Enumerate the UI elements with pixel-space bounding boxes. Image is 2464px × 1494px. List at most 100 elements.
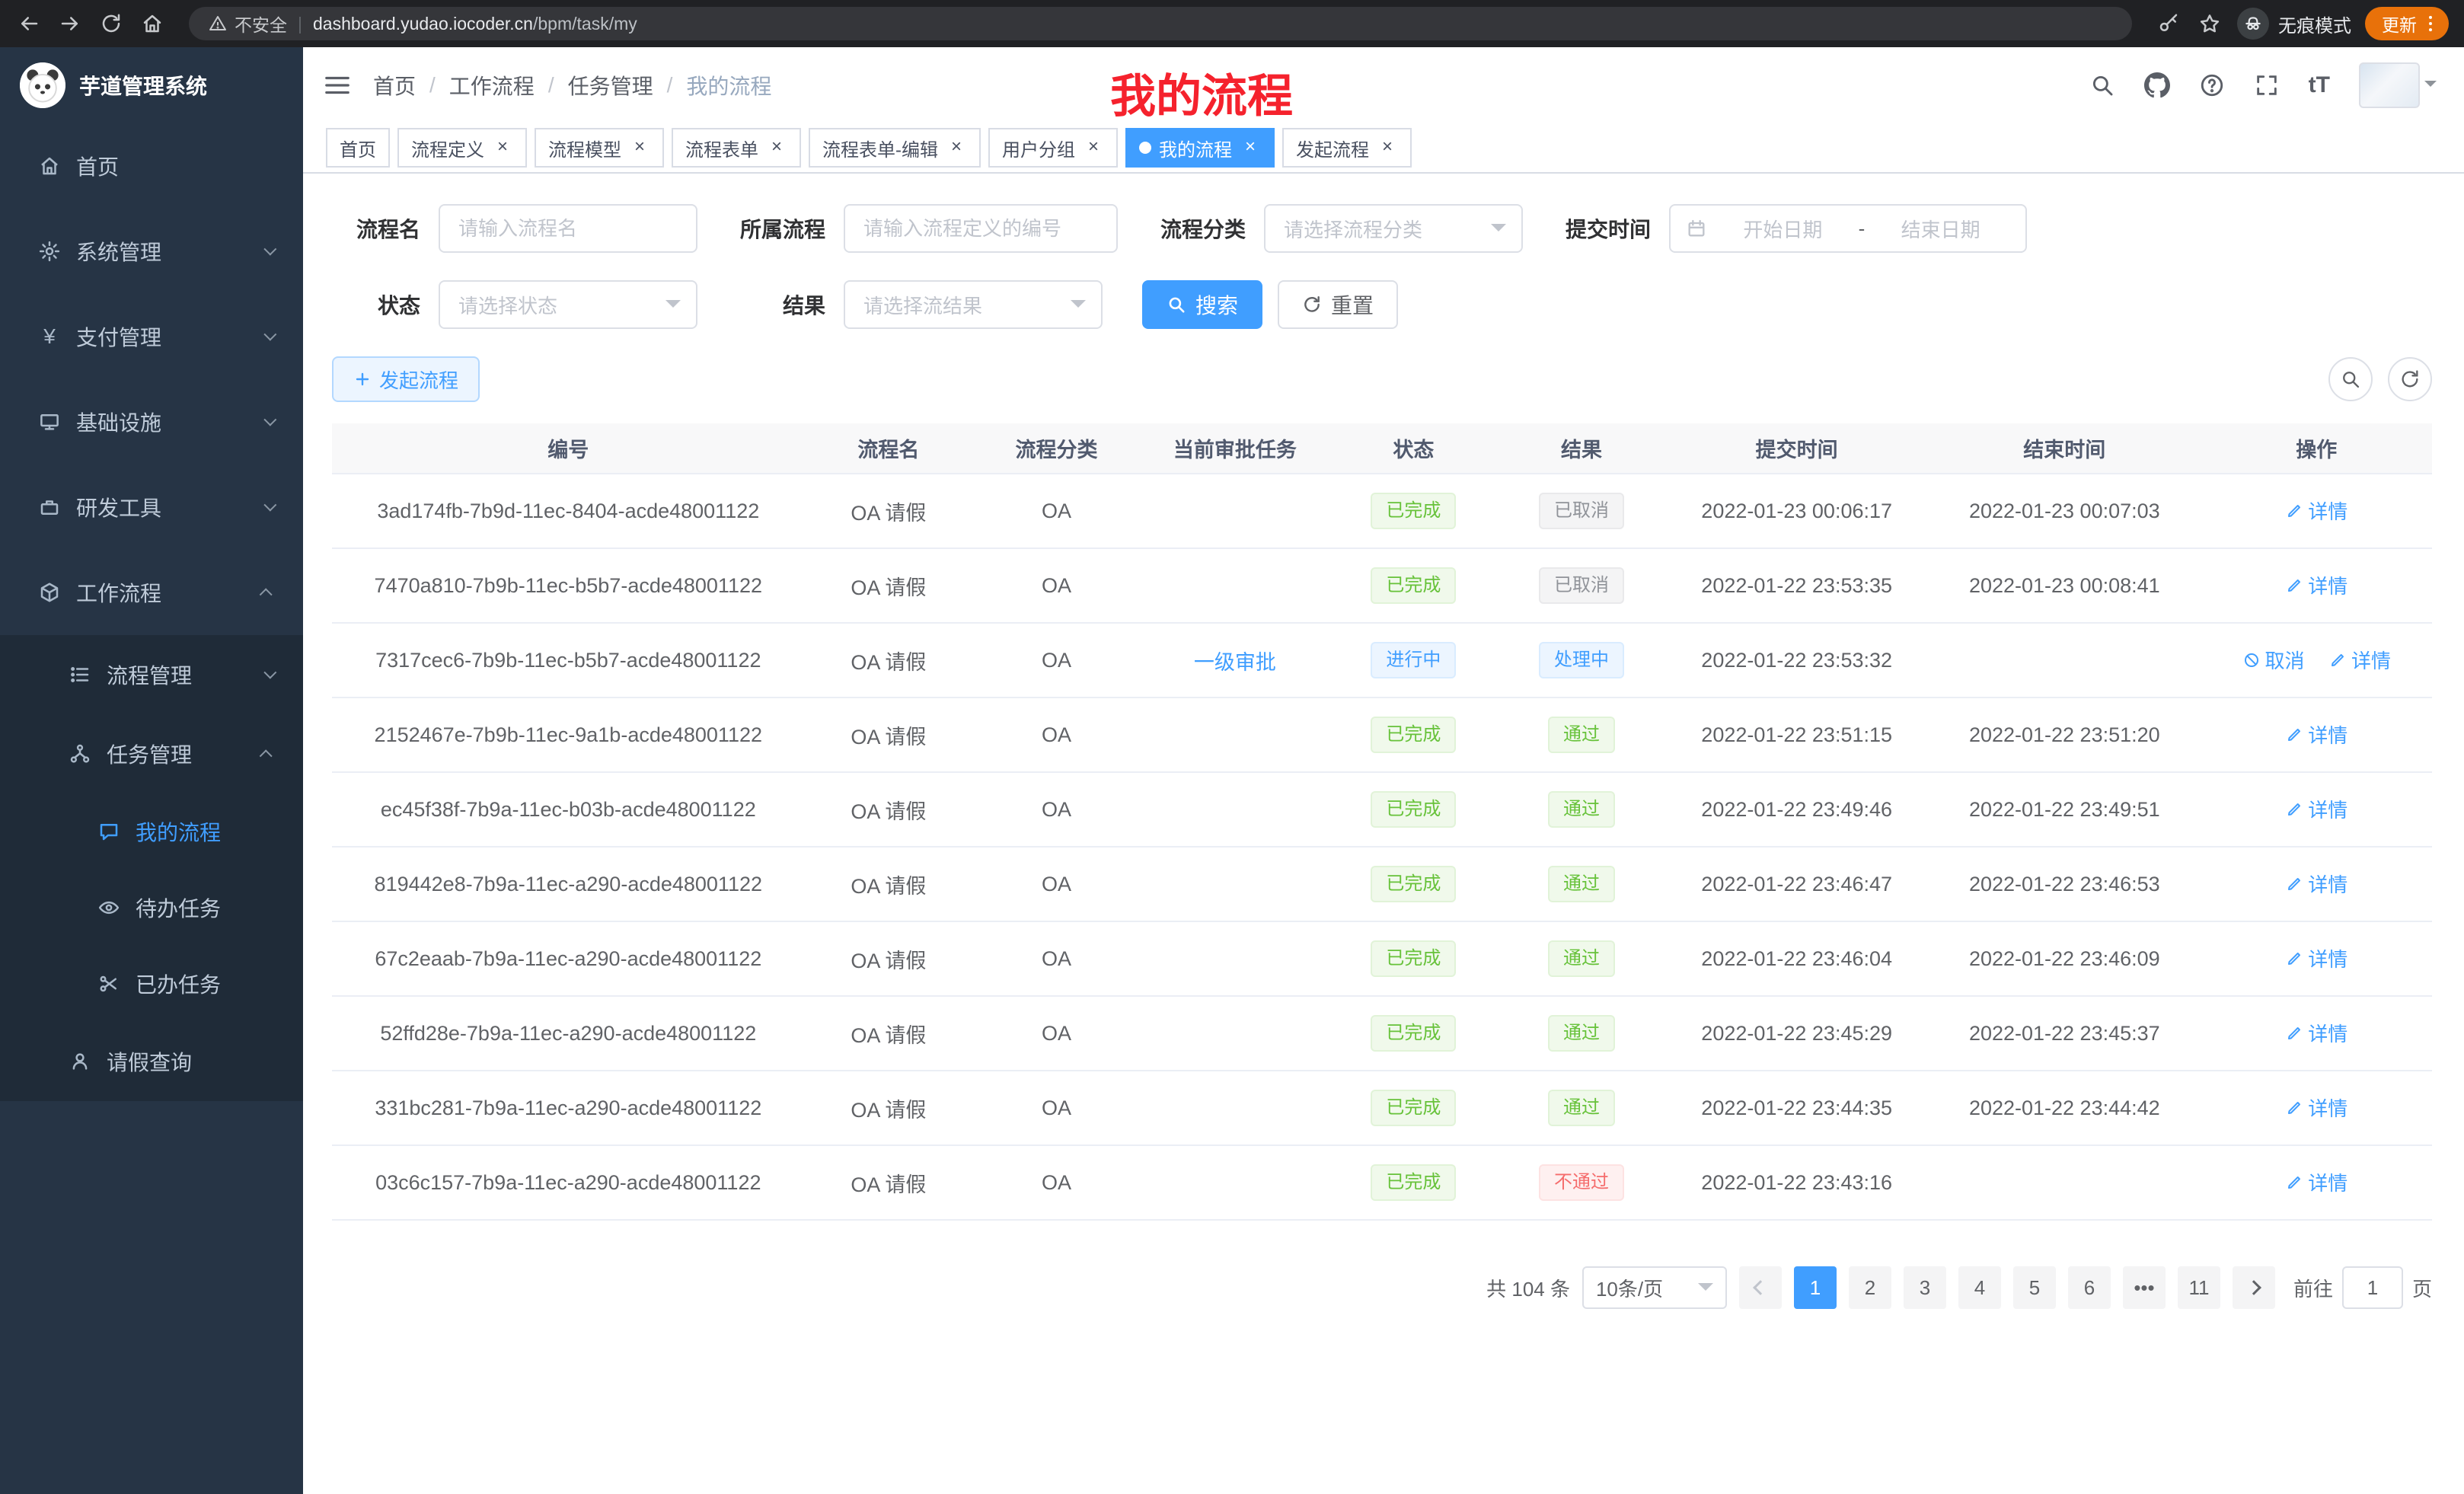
view-tab[interactable]: 流程定义 × bbox=[397, 128, 527, 168]
close-icon[interactable]: × bbox=[629, 137, 650, 158]
refresh-table-button[interactable] bbox=[2388, 357, 2432, 401]
page-button[interactable]: ••• bbox=[2123, 1266, 2166, 1309]
result-select[interactable]: 请选择流结果 bbox=[844, 280, 1103, 329]
page-button[interactable]: 2 bbox=[1849, 1266, 1891, 1309]
close-icon[interactable]: × bbox=[492, 137, 513, 158]
reset-button[interactable]: 重置 bbox=[1278, 280, 1398, 329]
bookmark-star-icon[interactable] bbox=[2196, 10, 2223, 37]
process-definition-input[interactable] bbox=[844, 204, 1118, 253]
warning-triangle-icon bbox=[209, 14, 227, 33]
result-badge: 通过 bbox=[1548, 866, 1615, 902]
detail-action-link[interactable]: 详情 bbox=[2328, 646, 2391, 674]
forward-icon[interactable] bbox=[56, 10, 84, 37]
close-icon[interactable]: × bbox=[1240, 137, 1261, 158]
back-icon[interactable] bbox=[15, 10, 43, 37]
help-icon[interactable] bbox=[2199, 72, 2225, 98]
detail-action-link[interactable]: 详情 bbox=[2285, 1093, 2348, 1122]
view-tab[interactable]: 首页 × bbox=[326, 128, 390, 168]
cancel-action-link[interactable]: 取消 bbox=[2242, 646, 2305, 674]
view-tab[interactable]: 流程模型 × bbox=[535, 128, 664, 168]
cell-process-name: OA 请假 bbox=[805, 847, 973, 921]
sidebar: 芋道管理系统 首页 系统管理 ¥ 支付管理 基础设施 研发工具 工作 bbox=[0, 47, 303, 1494]
sidebar-item-process-management[interactable]: 流程管理 bbox=[0, 635, 303, 714]
page-button[interactable]: 6 bbox=[2068, 1266, 2111, 1309]
goto-page-input[interactable] bbox=[2342, 1266, 2403, 1309]
sidebar-item-my-process[interactable]: 我的流程 bbox=[0, 793, 303, 870]
address-bar[interactable]: 不安全 | dashboard.yudao.iocoder.cn/bpm/tas… bbox=[189, 7, 2132, 40]
breadcrumb-item[interactable]: 工作流程 bbox=[449, 70, 568, 101]
next-page-button[interactable] bbox=[2233, 1266, 2275, 1309]
page-size-select[interactable]: 10条/页 bbox=[1582, 1266, 1727, 1309]
cube-icon bbox=[38, 581, 61, 604]
page-button[interactable]: 5 bbox=[2013, 1266, 2056, 1309]
github-icon[interactable] bbox=[2144, 72, 2170, 98]
reload-icon[interactable] bbox=[97, 10, 125, 37]
status-select[interactable]: 请选择状态 bbox=[439, 280, 697, 329]
breadcrumb-item[interactable]: 首页 bbox=[373, 70, 449, 101]
result-badge: 通过 bbox=[1548, 791, 1615, 828]
cell-current-task bbox=[1141, 474, 1329, 548]
detail-action-link[interactable]: 详情 bbox=[2285, 795, 2348, 823]
sidebar-item-system[interactable]: 系统管理 bbox=[0, 209, 303, 294]
sidebar-item-infrastructure[interactable]: 基础设施 bbox=[0, 379, 303, 464]
close-icon[interactable]: × bbox=[946, 137, 967, 158]
font-size-icon[interactable]: tT bbox=[2309, 72, 2330, 98]
password-key-icon[interactable] bbox=[2155, 10, 2182, 37]
sidebar-toggle-icon[interactable] bbox=[323, 71, 352, 100]
detail-action-link[interactable]: 详情 bbox=[2285, 720, 2348, 749]
view-tab[interactable]: 用户分组 × bbox=[988, 128, 1118, 168]
cell-status: 已完成 bbox=[1329, 996, 1498, 1071]
home-icon[interactable] bbox=[139, 10, 166, 37]
page-button[interactable]: 4 bbox=[1958, 1266, 2001, 1309]
detail-action-link[interactable]: 详情 bbox=[2285, 1168, 2348, 1196]
search-button[interactable]: 搜索 bbox=[1142, 280, 1262, 329]
show-search-toggle-button[interactable] bbox=[2328, 357, 2373, 401]
view-tab[interactable]: 流程表单 × bbox=[672, 128, 801, 168]
create-process-button[interactable]: 发起流程 bbox=[332, 356, 480, 402]
browser-update-button[interactable]: 更新 bbox=[2365, 7, 2449, 40]
sidebar-item-todo-tasks[interactable]: 待办任务 bbox=[0, 870, 303, 946]
cell-current-task bbox=[1141, 698, 1329, 772]
page-button[interactable]: 3 bbox=[1904, 1266, 1946, 1309]
detail-action-link[interactable]: 详情 bbox=[2285, 1019, 2348, 1047]
app-logo[interactable]: 芋道管理系统 bbox=[0, 47, 303, 123]
sidebar-item-leave-query[interactable]: 请假查询 bbox=[0, 1022, 303, 1101]
sidebar-item-done-tasks[interactable]: 已办任务 bbox=[0, 946, 303, 1022]
sidebar-item-devtools[interactable]: 研发工具 bbox=[0, 464, 303, 550]
date-range-picker[interactable]: 开始日期 - 结束日期 bbox=[1669, 204, 2027, 253]
breadcrumb-item[interactable]: 任务管理 bbox=[568, 70, 687, 101]
not-secure-warning[interactable]: 不安全 bbox=[209, 11, 287, 37]
view-tab[interactable]: 发起流程 × bbox=[1282, 128, 1412, 168]
close-icon[interactable]: × bbox=[1083, 137, 1104, 158]
result-badge: 通过 bbox=[1548, 940, 1615, 977]
chevron-down-icon bbox=[263, 243, 276, 256]
sidebar-item-workflow[interactable]: 工作流程 bbox=[0, 550, 303, 635]
detail-action-link[interactable]: 详情 bbox=[2285, 571, 2348, 599]
process-name-input[interactable] bbox=[439, 204, 697, 253]
table-row: 7470a810-7b9b-11ec-b5b7-acde48001122 OA … bbox=[332, 548, 2432, 623]
user-menu[interactable] bbox=[2359, 62, 2437, 108]
chevron-down-icon bbox=[1698, 1283, 1713, 1298]
cell-process-name: OA 请假 bbox=[805, 921, 973, 996]
sidebar-item-payment[interactable]: ¥ 支付管理 bbox=[0, 294, 303, 379]
goto-unit: 页 bbox=[2412, 1274, 2432, 1302]
detail-action-link[interactable]: 详情 bbox=[2285, 870, 2348, 898]
page-button[interactable]: 11 bbox=[2178, 1266, 2220, 1309]
fullscreen-icon[interactable] bbox=[2254, 72, 2280, 98]
close-icon[interactable]: × bbox=[766, 137, 787, 158]
current-task-link[interactable]: 一级审批 bbox=[1194, 651, 1276, 674]
edit-pencil-icon bbox=[2285, 950, 2303, 968]
sidebar-item-home[interactable]: 首页 bbox=[0, 123, 303, 209]
view-tab[interactable]: 我的流程 × bbox=[1125, 128, 1275, 168]
breadcrumb-item[interactable]: 我的流程 bbox=[686, 70, 771, 101]
prev-page-button[interactable] bbox=[1739, 1266, 1782, 1309]
close-icon[interactable]: × bbox=[1377, 137, 1398, 158]
detail-action-link[interactable]: 详情 bbox=[2285, 944, 2348, 972]
search-icon[interactable] bbox=[2089, 72, 2115, 98]
process-category-select[interactable]: 请选择流程分类 bbox=[1264, 204, 1523, 253]
view-tab[interactable]: 流程表单-编辑 × bbox=[809, 128, 981, 168]
cell-actions: 详情 bbox=[2201, 847, 2432, 921]
detail-action-link[interactable]: 详情 bbox=[2285, 496, 2348, 525]
sidebar-item-task-management[interactable]: 任务管理 bbox=[0, 714, 303, 793]
page-button[interactable]: 1 bbox=[1794, 1266, 1837, 1309]
